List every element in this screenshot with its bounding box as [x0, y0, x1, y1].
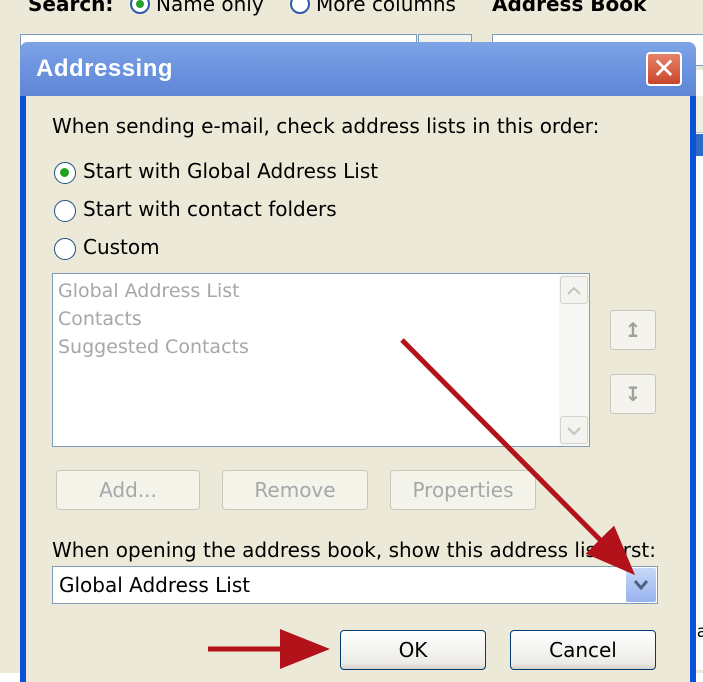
show-first-select[interactable]: Global Address List	[52, 566, 658, 604]
chevron-up-icon	[567, 286, 581, 295]
radio-label: Start with Global Address List	[83, 159, 379, 183]
scroll-up-button[interactable]	[560, 276, 588, 304]
more-columns-label: More columns	[316, 0, 456, 16]
dialog-title: Addressing	[36, 55, 174, 82]
radio-button[interactable]	[54, 162, 76, 184]
addressing-dialog: Addressing ✕ When sending e-mail, check …	[20, 42, 696, 682]
more-columns-radio[interactable]	[290, 0, 310, 14]
chevron-down-icon	[567, 427, 581, 436]
list-item[interactable]: Contacts	[58, 308, 142, 330]
dialog-title-bar[interactable]: Addressing ✕	[20, 42, 696, 96]
move-down-button[interactable]: ↧	[610, 374, 656, 414]
ok-button[interactable]: OK	[340, 630, 486, 670]
radio-button[interactable]	[54, 238, 76, 260]
arrow-up-icon: ↥	[624, 318, 642, 342]
move-up-button[interactable]: ↥	[610, 310, 656, 350]
close-button[interactable]: ✕	[646, 52, 682, 86]
address-book-label: Address Book	[492, 0, 647, 16]
cancel-button[interactable]: Cancel	[510, 630, 656, 670]
chevron-down-icon	[633, 580, 649, 591]
select-value: Global Address List	[59, 573, 251, 597]
show-first-label: When opening the address book, show this…	[52, 538, 656, 562]
dropdown-button[interactable]	[626, 568, 656, 602]
close-icon: ✕	[652, 52, 676, 85]
radio-button[interactable]	[54, 200, 76, 222]
add-button[interactable]: Add...	[56, 470, 200, 510]
arrow-down-icon: ↧	[624, 382, 642, 406]
dialog-body: When sending e-mail, check address lists…	[26, 96, 690, 682]
name-only-radio[interactable]	[130, 0, 150, 14]
search-label: Search:	[28, 0, 114, 16]
radio-label: Custom	[83, 235, 160, 259]
scroll-down-button[interactable]	[560, 416, 588, 444]
address-list-order[interactable]: Global Address List Contacts Suggested C…	[52, 273, 590, 447]
remove-button[interactable]: Remove	[222, 470, 368, 510]
address-book-toolbar: Search: Name only More columns Address B…	[0, 0, 703, 36]
list-item[interactable]: Global Address List	[58, 280, 240, 302]
name-only-label: Name only	[156, 0, 264, 16]
instruction-label: When sending e-mail, check address lists…	[52, 114, 600, 138]
list-scrollbar[interactable]	[559, 274, 589, 446]
list-item[interactable]: Suggested Contacts	[58, 336, 249, 358]
radio-label: Start with contact folders	[83, 197, 337, 221]
properties-button[interactable]: Properties	[390, 470, 536, 510]
